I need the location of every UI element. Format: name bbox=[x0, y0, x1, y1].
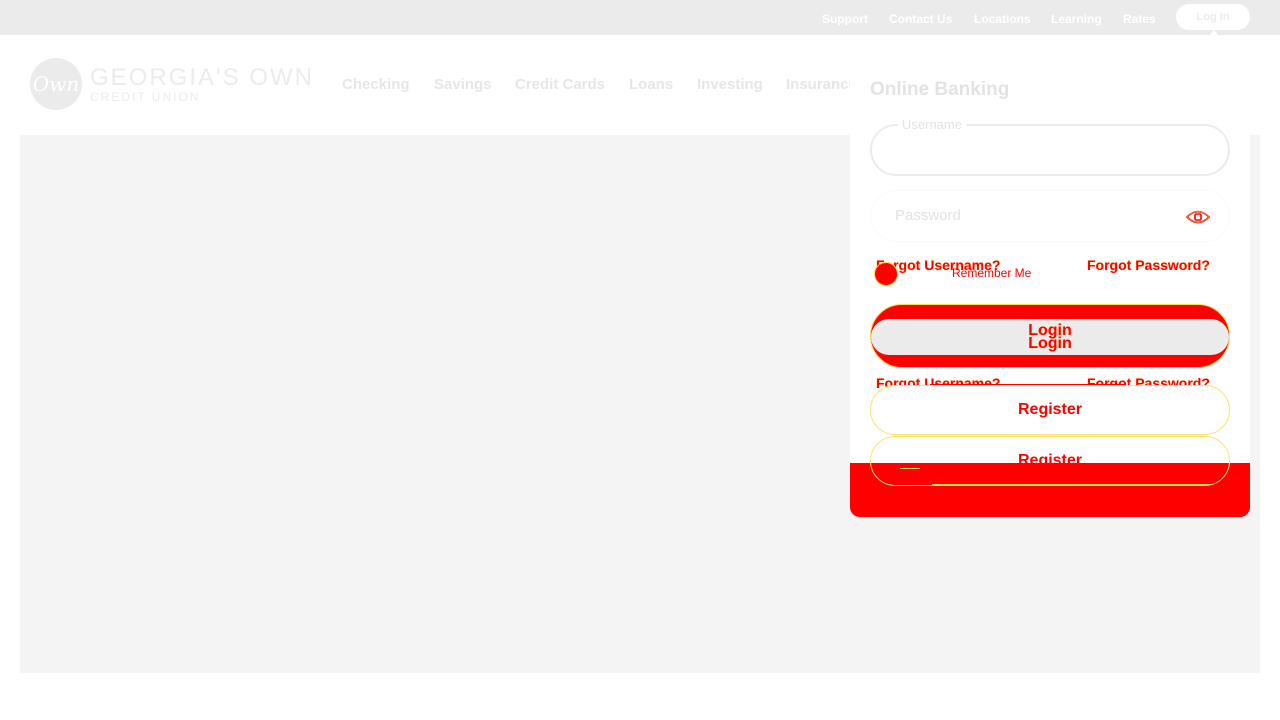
forgot-password-link[interactable]: Forgot Password? bbox=[1087, 257, 1210, 273]
nav-item-credit-cards[interactable]: Credit Cards bbox=[515, 76, 605, 93]
nav-item-insurance[interactable]: Insurance bbox=[786, 76, 857, 93]
password-field[interactable] bbox=[870, 190, 1230, 242]
remember-me-label: Remember Me bbox=[952, 266, 1032, 280]
username-field[interactable]: Username bbox=[870, 117, 1230, 176]
nav-item-checking[interactable]: Checking bbox=[342, 76, 410, 93]
log-in-button[interactable]: Log In bbox=[1176, 4, 1250, 30]
utility-bar: Support Contact Us Locations Learning Ra… bbox=[0, 0, 1280, 36]
learning-link[interactable]: Learning bbox=[1051, 12, 1102, 26]
login-button-label-echo: Login bbox=[1028, 335, 1072, 352]
rates-link[interactable]: Rates bbox=[1123, 12, 1156, 26]
nav-item-savings[interactable]: Savings bbox=[434, 76, 492, 93]
nav-item-investing[interactable]: Investing bbox=[697, 76, 763, 93]
nav-item-loans[interactable]: Loans bbox=[629, 76, 673, 93]
logo[interactable]: Own GEORGIA'S OWN CREDIT UNION bbox=[30, 58, 312, 114]
logo-mark: Own bbox=[30, 58, 82, 110]
logo-name: GEORGIA'S OWN bbox=[90, 64, 314, 91]
register-button-secondary[interactable]: Register bbox=[870, 436, 1230, 486]
password-input[interactable] bbox=[895, 191, 1175, 239]
contact-us-link[interactable]: Contact Us bbox=[889, 12, 952, 26]
support-link[interactable]: Support bbox=[822, 12, 868, 26]
locations-link[interactable]: Locations bbox=[974, 12, 1031, 26]
eye-icon[interactable] bbox=[1186, 208, 1210, 226]
panel-title: Online Banking bbox=[870, 79, 1010, 100]
remember-me-toggle[interactable] bbox=[874, 262, 898, 286]
username-input[interactable] bbox=[896, 126, 1176, 174]
register-button[interactable]: Register bbox=[870, 385, 1230, 435]
logo-subtitle: CREDIT UNION bbox=[90, 90, 201, 104]
login-button[interactable]: Login Login bbox=[870, 304, 1230, 368]
